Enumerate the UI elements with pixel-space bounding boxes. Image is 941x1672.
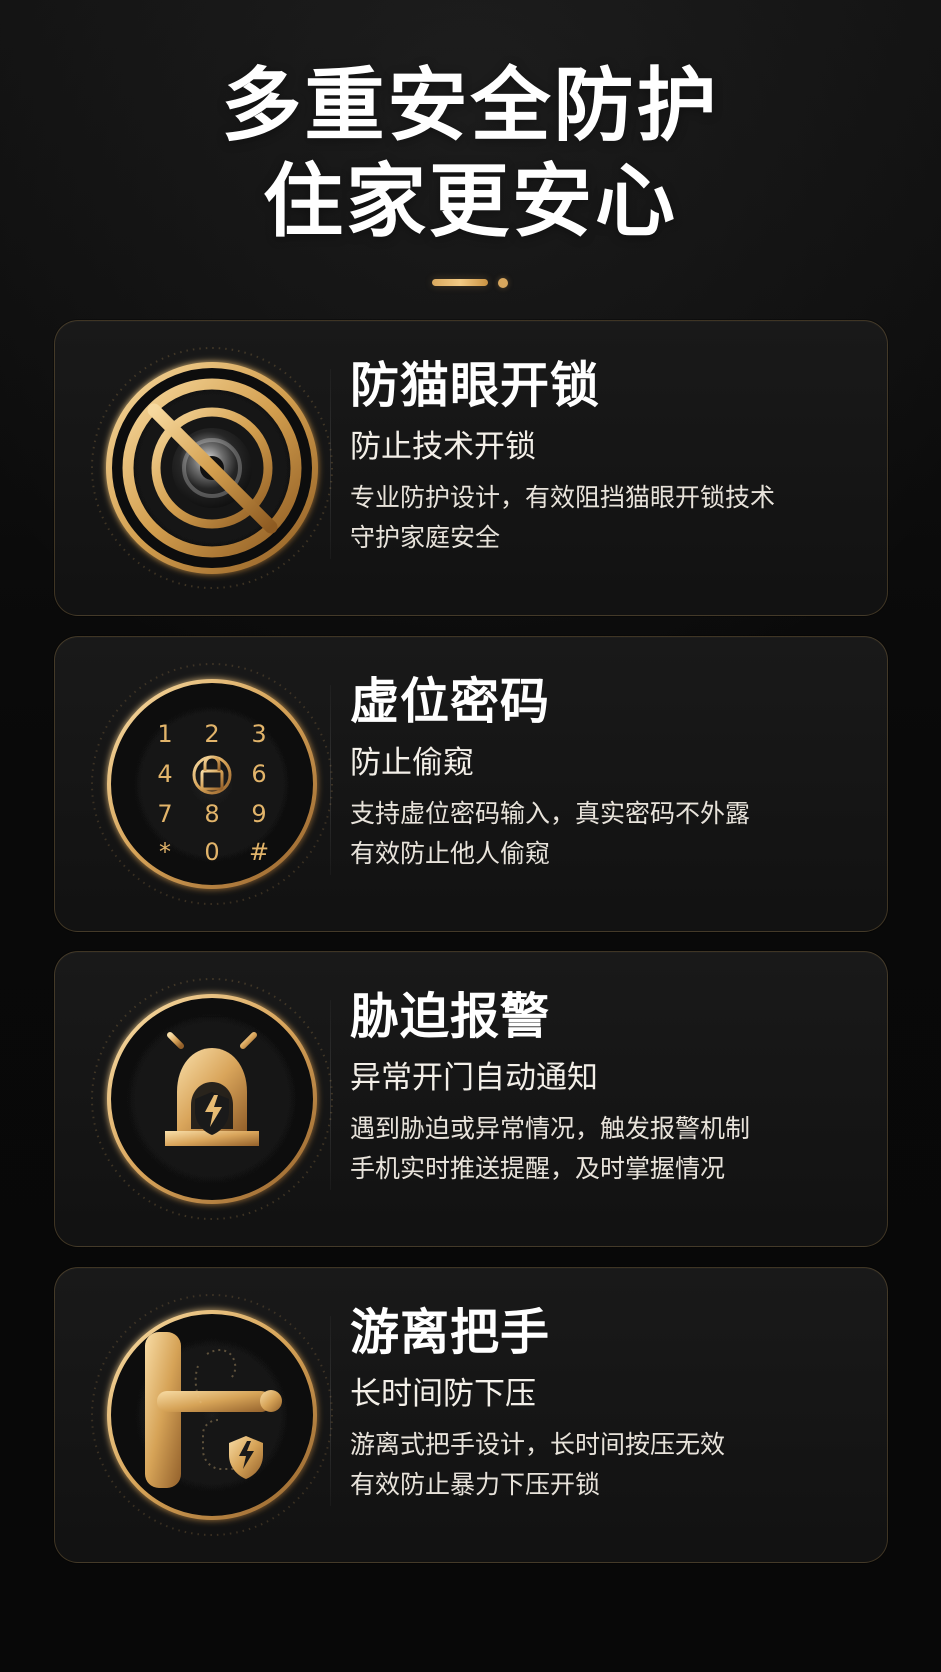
keypad-key-4: 4 [157, 760, 172, 788]
feature-card-duress-alarm: 胁迫报警 异常开门自动通知 遇到胁迫或异常情况，触发报警机制 手机实时推送提醒，… [54, 951, 888, 1247]
keypad-key-2: 2 [204, 720, 219, 748]
feature-description-line-1: 遇到胁迫或异常情况，触发报警机制 [350, 1114, 751, 1143]
feature-subtitle: 防止技术开锁 [350, 429, 536, 465]
main-title-line-1: 多重安全防护 [221, 59, 720, 152]
keypad-key-3: 3 [251, 720, 266, 748]
feature-subtitle: 防止偷窥 [350, 745, 474, 781]
feature-description-line-2: 有效防止他人偷窥 [350, 839, 551, 868]
feature-text-free-handle: 游离把手 长时间防下压 游离式把手设计，长时间按压无效 有效防止暴力下压开锁 [330, 1304, 840, 1506]
main-title-line-2: 住家更安心 [263, 155, 678, 248]
feature-description-line-1: 游离式把手设计，长时间按压无效 [350, 1430, 726, 1459]
peephole-blocked-icon [87, 343, 337, 593]
keypad-lock-icon: 1 2 3 4 6 7 8 9 * 0 # [87, 659, 337, 909]
feature-subtitle: 长时间防下压 [350, 1376, 536, 1412]
feature-description: 遇到胁迫或异常情况，触发报警机制 手机实时推送提醒，及时掌握情况 [350, 1109, 840, 1189]
feature-title: 防猫眼开锁 [350, 357, 601, 414]
feature-text-virtual-password: 虚位密码 防止偷窥 支持虚位密码输入，真实密码不外露 有效防止他人偷窥 [330, 673, 840, 875]
feature-description: 支持虚位密码输入，真实密码不外露 有效防止他人偷窥 [350, 794, 840, 874]
feature-description-line-2: 手机实时推送提醒，及时掌握情况 [350, 1154, 726, 1183]
keypad-key-8: 8 [204, 800, 219, 828]
door-handle-shield-icon [87, 1290, 337, 1540]
page-header: 多重安全防护 住家更安心 [0, 58, 941, 250]
keypad-key-0: 0 [204, 838, 219, 866]
feature-text-anti-peephole: 防猫眼开锁 防止技术开锁 专业防护设计，有效阻挡猫眼开锁技术 守护家庭安全 [330, 357, 840, 559]
keypad-key-6: 6 [251, 760, 266, 788]
feature-text-duress-alarm: 胁迫报警 异常开门自动通知 遇到胁迫或异常情况，触发报警机制 手机实时推送提醒，… [330, 988, 840, 1190]
feature-card-free-handle: 游离把手 长时间防下压 游离式把手设计，长时间按压无效 有效防止暴力下压开锁 [54, 1267, 888, 1563]
page-root: 多重安全防护 住家更安心 防猫眼开锁 防止技术开锁 专业防护设计，有效阻挡猫眼开… [0, 0, 941, 1672]
feature-card-anti-peephole: 防猫眼开锁 防止技术开锁 专业防护设计，有效阻挡猫眼开锁技术 守护家庭安全 [54, 320, 888, 616]
feature-description-line-2: 有效防止暴力下压开锁 [350, 1470, 601, 1499]
divider-bar [432, 279, 488, 286]
feature-title: 虚位密码 [350, 673, 551, 730]
feature-description-line-2: 守护家庭安全 [350, 523, 501, 552]
feature-description-line-1: 专业防护设计，有效阻挡猫眼开锁技术 [350, 483, 776, 512]
alarm-siren-icon [87, 974, 337, 1224]
keypad-key-9: 9 [251, 800, 266, 828]
divider-dot [498, 278, 508, 288]
title-divider [432, 277, 510, 288]
keypad-key-1: 1 [157, 720, 172, 748]
keypad-key-hash: # [249, 838, 269, 866]
feature-description-line-1: 支持虚位密码输入，真实密码不外露 [350, 799, 751, 828]
feature-title: 游离把手 [350, 1304, 551, 1361]
keypad-key-star: * [159, 838, 171, 866]
keypad-key-7: 7 [157, 800, 172, 828]
feature-description: 游离式把手设计，长时间按压无效 有效防止暴力下压开锁 [350, 1425, 840, 1505]
feature-title: 胁迫报警 [350, 988, 551, 1045]
feature-description: 专业防护设计，有效阻挡猫眼开锁技术 守护家庭安全 [350, 478, 840, 558]
feature-subtitle: 异常开门自动通知 [350, 1060, 598, 1096]
feature-card-virtual-password: 1 2 3 4 6 7 8 9 * 0 # 虚位密码 防止偷窥 支持虚位密码输入… [54, 636, 888, 932]
